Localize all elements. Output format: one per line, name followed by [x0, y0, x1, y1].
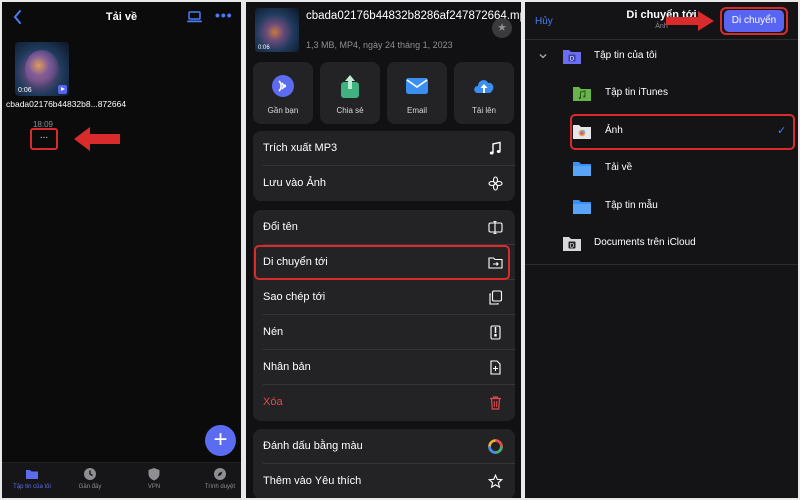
tree-item-label: Documents trên iCloud: [594, 237, 696, 248]
action-group-media: Trích xuất MP3 Lưu vào Ảnh: [253, 131, 515, 201]
file-name[interactable]: cbada02176b44832b8...872664: [6, 99, 126, 109]
menu-item-label: Sao chép tới: [263, 291, 326, 303]
mail-icon: [406, 78, 428, 94]
compress-item[interactable]: Nén: [253, 315, 515, 350]
color-wheel-icon: [488, 439, 503, 454]
move-to-screen: Hủy Di chuyển tới Ảnh Di chuyển D Tập ti…: [525, 2, 798, 498]
action-group-tags: Đánh dấu bằng màu Thêm vào Yêu thích: [253, 429, 515, 498]
play-icon: [58, 85, 67, 94]
tab-recent[interactable]: Gần đây: [60, 467, 120, 490]
file-meta: 1,3 MB, MP4, ngày 24 tháng 1, 2023: [306, 40, 453, 50]
action-group-file: Đổi tên Di chuyển tới Sao chép tới Nén N…: [253, 210, 515, 421]
tree-item-itunes[interactable]: Tập tin iTunes: [525, 79, 798, 109]
menu-item-label: Trích xuất MP3: [263, 142, 338, 154]
folder-icloud-icon: D: [563, 237, 581, 251]
laptop-icon[interactable]: [187, 11, 202, 23]
tab-my-files[interactable]: Tập tin của tôi: [2, 467, 62, 490]
cloud-upload-icon: [474, 80, 494, 93]
chevron-down-icon[interactable]: [539, 52, 547, 60]
duplicate-item[interactable]: Nhân bản: [253, 350, 515, 385]
quick-action-upload[interactable]: Tải lên: [454, 62, 514, 124]
tab-vpn[interactable]: VPN: [124, 467, 184, 490]
copy-icon: [489, 290, 503, 305]
file-actions-sheet: 0:06 cbada02176b44832b8286af247872664.mp…: [246, 2, 521, 498]
ellipsis-icon[interactable]: •••: [215, 8, 232, 22]
folder-docs-icon: D: [563, 50, 581, 64]
share-icon: [341, 75, 359, 98]
thumbnail-art: [25, 50, 59, 88]
video-thumbnail: 0:06: [255, 8, 299, 52]
menu-item-label: Nén: [263, 326, 284, 338]
downloads-screen: Tải về ••• 0:06 cbada02176b44832b8...872…: [2, 2, 241, 498]
rename-item[interactable]: Đổi tên: [253, 210, 515, 245]
annotation-arrow-icon: [666, 11, 714, 31]
svg-text:D: D: [570, 56, 575, 62]
menu-item-label: Đổi tên: [263, 221, 298, 233]
quick-action-label: Email: [406, 106, 427, 115]
tab-bar: Tập tin của tôi Gần đây VPN Trình duyệt: [2, 462, 241, 498]
menu-item-label: Đánh dấu bằng màu: [263, 440, 363, 452]
tree-item-my-files[interactable]: D Tập tin của tôi: [525, 42, 798, 72]
tab-label: Trình duyệt: [204, 484, 236, 490]
header-divider: [525, 39, 798, 40]
clock-icon: [84, 468, 96, 480]
tree-item-label: Tập tin mẫu: [605, 200, 658, 211]
tree-item-icloud[interactable]: D Documents trên iCloud: [525, 229, 798, 259]
tab-label: Tập tin của tôi: [13, 484, 51, 490]
quick-action-label: Gần bạn: [267, 106, 299, 115]
page-title: Tải về: [105, 11, 138, 23]
delete-item[interactable]: Xóa: [253, 385, 515, 420]
tab-label: VPN: [147, 484, 161, 490]
video-thumbnail[interactable]: 0:06: [15, 42, 69, 96]
file-more-button[interactable]: ...: [30, 128, 58, 150]
quick-action-airdrop[interactable]: Gần bạn: [253, 62, 313, 124]
file-name: cbada02176b44832b8286af247872664.mp4: [306, 10, 521, 22]
tree-item-label: Tập tin iTunes: [605, 87, 668, 98]
color-tag-item[interactable]: Đánh dấu bằng màu: [253, 429, 515, 464]
compass-icon: [214, 468, 226, 480]
tree-item-label: Tập tin của tôi: [594, 50, 657, 61]
folder-icon: [573, 200, 591, 214]
menu-item-label: Thêm vào Yêu thích: [263, 475, 362, 487]
airdrop-icon: [272, 75, 294, 97]
tree-divider: [525, 264, 798, 265]
quick-action-email[interactable]: Email: [387, 62, 447, 124]
trash-icon: [490, 396, 501, 410]
downloads-header: Tải về •••: [2, 2, 241, 32]
video-duration: 0:06: [18, 87, 32, 94]
extract-mp3-item[interactable]: Trích xuất MP3: [253, 131, 515, 166]
add-button[interactable]: +: [205, 425, 236, 456]
rename-icon: [488, 220, 503, 235]
tree-item-samples[interactable]: Tập tin mẫu: [525, 192, 798, 222]
quick-action-share[interactable]: Chia sẻ: [320, 62, 380, 124]
selected-folder-highlight: [570, 114, 795, 150]
tab-browser[interactable]: Trình duyệt: [190, 467, 241, 490]
tab-label: Gần đây: [78, 484, 102, 490]
add-favorite-item[interactable]: Thêm vào Yêu thích: [253, 464, 515, 498]
folder-icon: [573, 162, 591, 176]
folder-icon: [26, 470, 38, 479]
menu-item-label: Nhân bản: [263, 361, 311, 373]
tree-item-label: Tải về: [605, 162, 633, 173]
zip-icon: [490, 325, 501, 340]
favorite-star-icon[interactable]: ★: [492, 18, 512, 38]
duplicate-icon: [490, 360, 501, 375]
menu-item-label: Lưu vào Ảnh: [263, 177, 327, 189]
annotation-arrow-icon: [74, 127, 120, 151]
menu-item-label: Xóa: [263, 396, 283, 408]
quick-action-label: Tải lên: [471, 106, 496, 115]
flower-icon: [488, 176, 503, 191]
quick-action-label: Chia sẻ: [336, 106, 364, 115]
svg-text:D: D: [570, 243, 575, 249]
music-note-icon: [489, 141, 501, 155]
move-to-highlight: [254, 245, 510, 280]
folder-itunes-icon: [573, 87, 591, 101]
save-to-photos-item[interactable]: Lưu vào Ảnh: [253, 166, 515, 201]
copy-to-item[interactable]: Sao chép tới: [253, 280, 515, 315]
video-duration: 0:06: [258, 45, 270, 51]
move-button-highlight: [720, 7, 788, 35]
tree-item-downloads[interactable]: Tải về: [525, 154, 798, 184]
star-icon: [488, 474, 503, 489]
shield-icon: [148, 468, 160, 481]
